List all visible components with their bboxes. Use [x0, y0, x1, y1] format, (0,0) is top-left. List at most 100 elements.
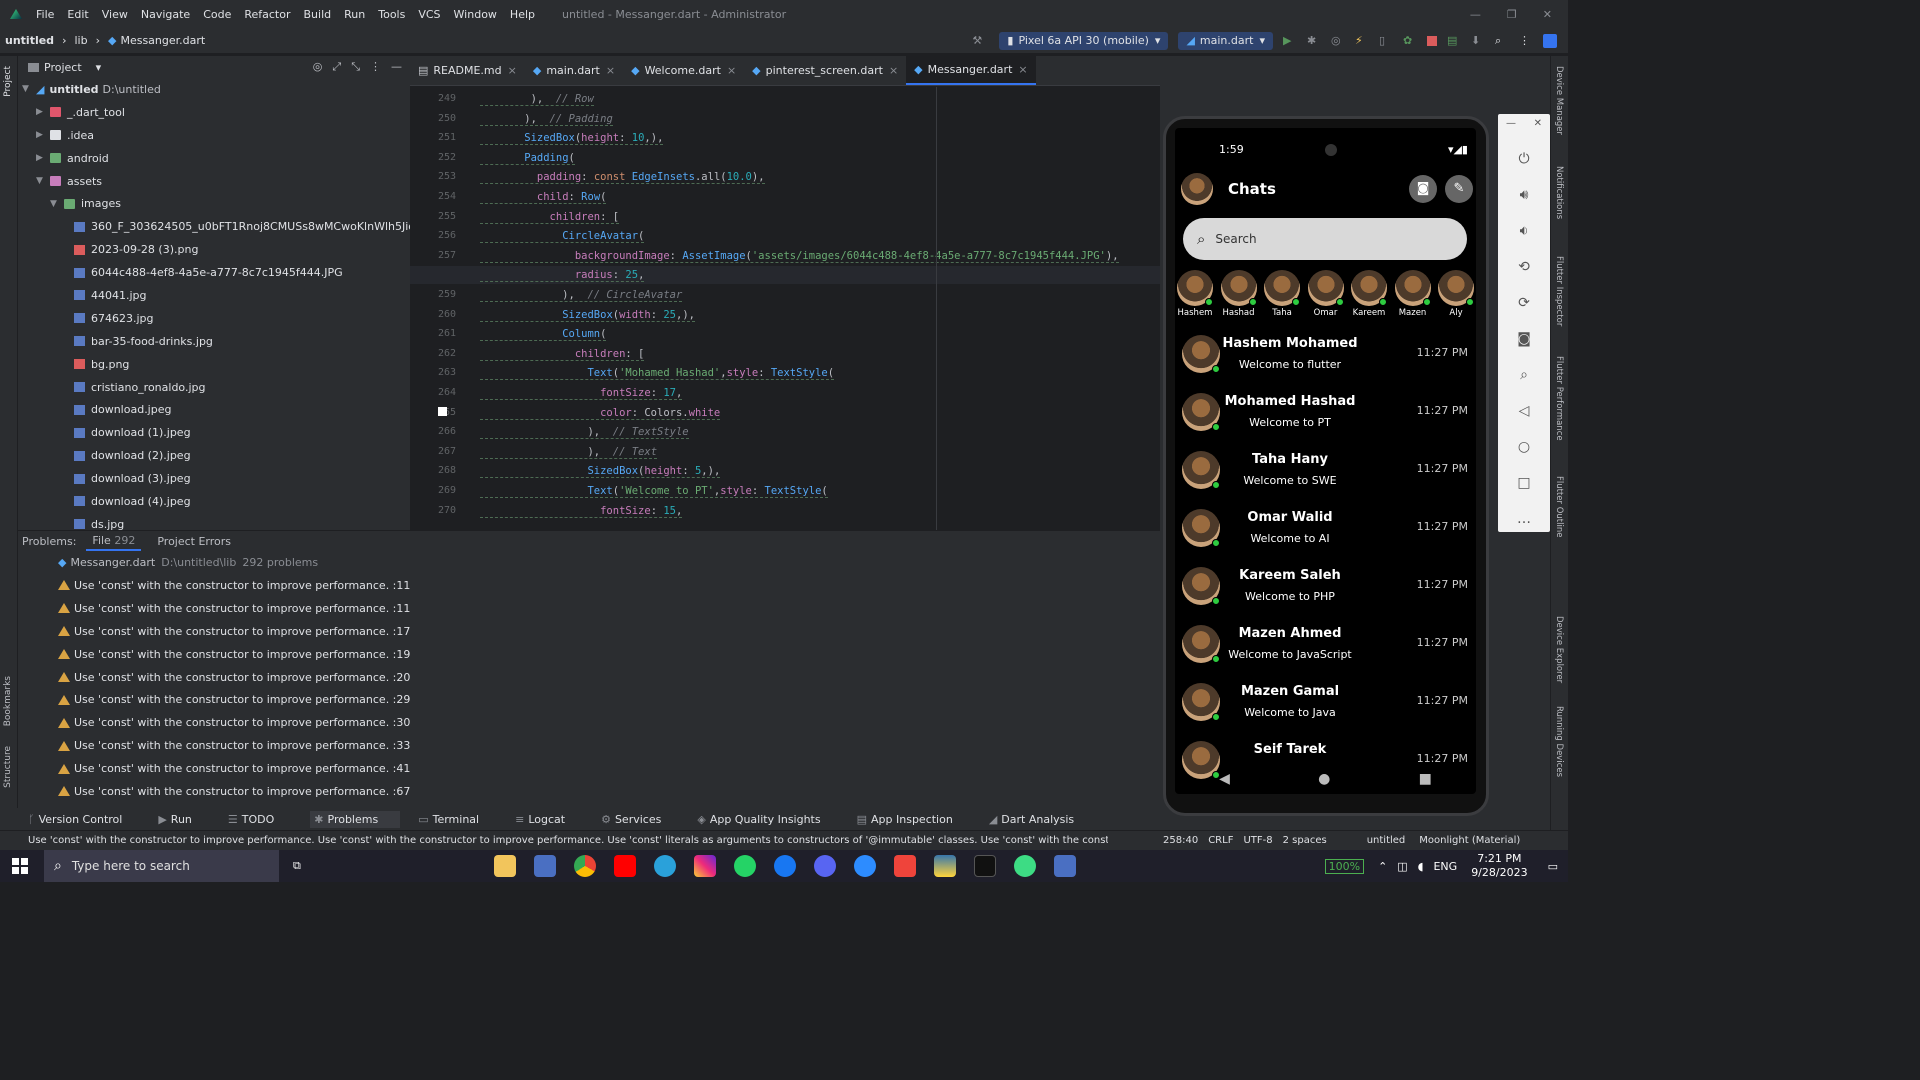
- attach-icon[interactable]: ◎: [1331, 34, 1345, 48]
- edit-button[interactable]: ✎: [1445, 175, 1473, 203]
- menu-build[interactable]: Build: [304, 8, 332, 21]
- breadcrumb-project[interactable]: untitled: [5, 34, 54, 47]
- story-item[interactable]: Aly: [1436, 270, 1476, 318]
- right-tool-running-devices[interactable]: Running Devices: [1554, 706, 1564, 777]
- camera-button[interactable]: ◙: [1409, 175, 1437, 203]
- problem-item[interactable]: Use 'const' with the constructor to impr…: [18, 734, 1160, 757]
- menu-run[interactable]: Run: [344, 8, 365, 21]
- battery-indicator[interactable]: 100%: [1324, 858, 1365, 874]
- tiktok-icon[interactable]: [973, 855, 996, 877]
- phone-screen[interactable]: 1:59 ▾◢▮ Chats ◙ ✎ ⌕ Search Hashem Hashad…: [1175, 128, 1476, 794]
- toolwindow-version-control[interactable]: ᚴ Version Control: [28, 813, 140, 826]
- problem-item[interactable]: Use 'const' with the constructor to impr…: [18, 574, 1160, 597]
- run-icon[interactable]: ▶: [1283, 34, 1297, 48]
- android-studio-icon[interactable]: [1013, 855, 1036, 877]
- menu-refactor[interactable]: Refactor: [244, 8, 290, 21]
- restore-button[interactable]: ❐: [1507, 8, 1517, 21]
- menu-navigate[interactable]: Navigate: [141, 8, 190, 21]
- tree-item[interactable]: cristiano_ronaldo.jpg: [18, 376, 410, 399]
- story-item[interactable]: Hashem: [1175, 270, 1215, 318]
- back-icon[interactable]: ◀: [1219, 771, 1230, 787]
- right-tool-flutter-inspector[interactable]: Flutter Inspector: [1554, 256, 1564, 326]
- store-icon[interactable]: [533, 855, 556, 877]
- hammer-icon[interactable]: ⚒: [972, 34, 986, 48]
- chat-item[interactable]: Omar Walid Welcome to AI 11:27 PM: [1175, 500, 1476, 558]
- tab-pinterest-screen-dart[interactable]: ◆ pinterest_screen.dart ×: [744, 55, 906, 85]
- minimize-button[interactable]: —: [1470, 8, 1481, 21]
- instagram-icon[interactable]: [693, 855, 716, 877]
- close-icon[interactable]: ×: [508, 64, 517, 77]
- tree-item[interactable]: download (1).jpeg: [18, 421, 410, 444]
- problem-item[interactable]: Use 'const' with the constructor to impr…: [18, 620, 1160, 643]
- anydesk-icon[interactable]: [893, 855, 916, 877]
- network-icon[interactable]: ◫: [1397, 860, 1407, 873]
- debug-icon[interactable]: ✱: [1307, 34, 1321, 48]
- toolwindow-logcat[interactable]: ≡ Logcat: [515, 813, 583, 826]
- toolwindow-todo[interactable]: ☰ TODO: [228, 813, 292, 826]
- close-icon[interactable]: ×: [1018, 63, 1027, 76]
- menu-vcs[interactable]: VCS: [418, 8, 440, 21]
- story-item[interactable]: Hashad: [1219, 270, 1259, 318]
- tree-item[interactable]: download.jpeg: [18, 398, 410, 421]
- volume-up-icon[interactable]: 🔊︎: [1515, 187, 1533, 205]
- toolwindow-problems[interactable]: ✱ Problems: [310, 810, 401, 828]
- rotate-right-icon[interactable]: ⟳: [1515, 295, 1533, 313]
- tab-file[interactable]: File 292: [86, 532, 142, 551]
- close-icon[interactable]: ×: [889, 64, 898, 77]
- problems-file-node[interactable]: ◆ Messanger.dart D:\untitled\lib 292 pro…: [18, 551, 1160, 574]
- facebook-icon[interactable]: [773, 855, 796, 877]
- toolwindow-app-inspection[interactable]: ▤ App Inspection: [857, 813, 971, 826]
- close-icon[interactable]: ✕: [1534, 118, 1542, 129]
- tab-welcome-dart[interactable]: ◆ Welcome.dart ×: [623, 55, 744, 85]
- file-explorer-icon[interactable]: [493, 855, 516, 877]
- home-icon[interactable]: ●: [1318, 771, 1330, 787]
- tab-messanger-dart[interactable]: ◆ Messanger.dart ×: [906, 55, 1036, 85]
- tree-item[interactable]: 674623.jpg: [18, 307, 410, 330]
- python-icon[interactable]: [933, 855, 956, 877]
- tab-project-errors[interactable]: Project Errors: [157, 535, 231, 548]
- power-icon[interactable]: ⏻: [1515, 151, 1533, 169]
- more-vertical-icon[interactable]: ⋮: [1519, 34, 1533, 48]
- collapse-all-icon[interactable]: ⤡: [351, 60, 360, 74]
- overview-icon[interactable]: □: [1515, 475, 1533, 493]
- menu-file[interactable]: File: [36, 8, 54, 21]
- chrome-icon[interactable]: [573, 855, 596, 877]
- tree-root[interactable]: ▼ ◢ untitled D:\untitled: [18, 78, 410, 101]
- stop-icon[interactable]: [1427, 35, 1437, 46]
- toolwindow-run[interactable]: ▶ Run: [158, 813, 210, 826]
- problem-item[interactable]: Use 'const' with the constructor to impr…: [18, 666, 1160, 689]
- hot-reload-icon[interactable]: ⚡: [1355, 34, 1369, 48]
- toolwindow-services[interactable]: ⚙ Services: [601, 813, 679, 826]
- tree-item[interactable]: download (3).jpeg: [18, 467, 410, 490]
- chat-item[interactable]: Mazen Ahmed Welcome to JavaScript 11:27 PM: [1175, 616, 1476, 674]
- tree-item[interactable]: download (4).jpeg: [18, 490, 410, 513]
- language-indicator[interactable]: ENG: [1433, 860, 1457, 873]
- theme-status[interactable]: Moonlight (Material): [1419, 835, 1520, 846]
- indent[interactable]: 2 spaces: [1283, 835, 1327, 846]
- project-status[interactable]: untitled: [1367, 835, 1406, 846]
- toolwindow-terminal[interactable]: ▭ Terminal: [418, 813, 497, 826]
- menu-edit[interactable]: Edit: [67, 8, 88, 21]
- file-encoding[interactable]: UTF-8: [1243, 835, 1272, 846]
- tab-main-dart[interactable]: ◆ main.dart ×: [525, 55, 623, 85]
- breadcrumb-file[interactable]: Messanger.dart: [120, 34, 205, 47]
- story-item[interactable]: Omar: [1306, 270, 1346, 318]
- menu-code[interactable]: Code: [203, 8, 231, 21]
- structure-tool-button[interactable]: Structure: [3, 746, 13, 788]
- tree-item[interactable]: 360_F_303624505_u0bFT1Rnoj8CMUSs8wMCwoKl…: [18, 215, 436, 238]
- back-icon[interactable]: ◁: [1515, 403, 1533, 421]
- problem-item[interactable]: Use 'const' with the constructor to impr…: [18, 688, 1160, 711]
- notes-icon[interactable]: [1053, 855, 1076, 877]
- search-icon[interactable]: ⌕: [1495, 34, 1509, 48]
- rotate-left-icon[interactable]: ⟲: [1515, 259, 1533, 277]
- bug-icon[interactable]: ✿: [1403, 34, 1417, 48]
- problem-item[interactable]: Use 'const' with the constructor to impr…: [18, 711, 1160, 734]
- story-item[interactable]: Mazen: [1393, 270, 1433, 318]
- toolwindow-dart-analysis[interactable]: ◢ Dart Analysis: [989, 813, 1092, 826]
- avd-manager-icon[interactable]: ▤: [1447, 34, 1461, 48]
- recents-icon[interactable]: ■: [1419, 771, 1432, 787]
- chat-item[interactable]: Hashem Mohamed Welcome to flutter 11:27 PM: [1175, 326, 1476, 384]
- right-tool-flutter-performance[interactable]: Flutter Performance: [1554, 356, 1564, 441]
- problem-item[interactable]: Use 'const' with the constructor to impr…: [18, 757, 1160, 780]
- chat-item[interactable]: Kareem Saleh Welcome to PHP 11:27 PM: [1175, 558, 1476, 616]
